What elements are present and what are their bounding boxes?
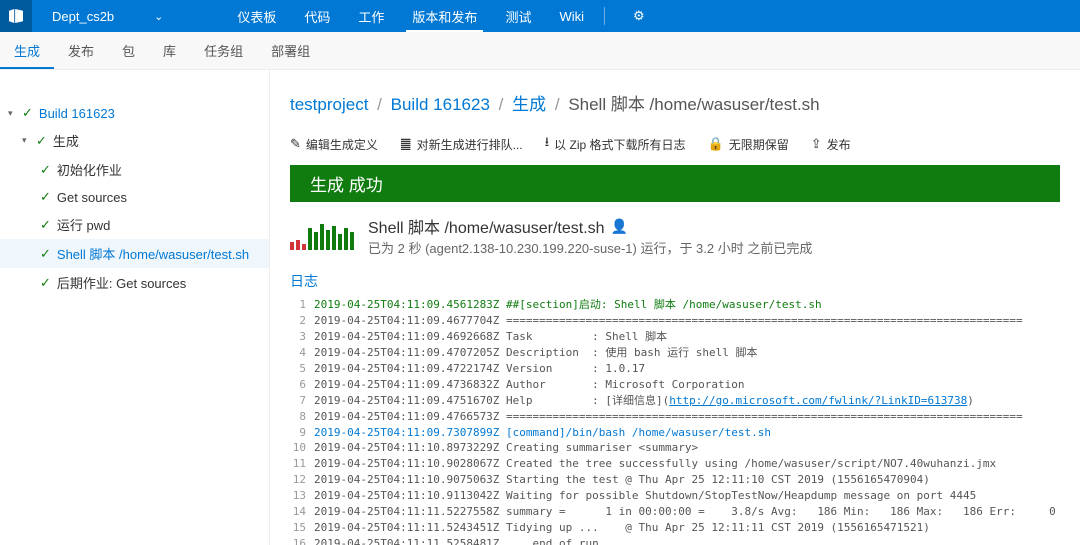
publish-icon: ⇪ [811,136,822,152]
sub-tab[interactable]: 部署组 [257,32,324,69]
log-line: 152019-04-25T04:11:11.5243451Z Tidying u… [290,520,1060,536]
nav-tab[interactable]: Wiki [545,0,598,32]
build-status-bar: 生成 成功 [290,165,1060,202]
sub-tab[interactable]: 库 [149,32,190,69]
settings-gear-icon[interactable]: ⚙ [619,8,659,24]
log-line: 42019-04-25T04:11:09.4707205Z Descriptio… [290,345,1060,361]
chevron-down-icon: ▾ [8,108,18,119]
success-check-icon: ✓ [40,217,51,233]
sub-tab[interactable]: 发布 [54,32,108,69]
tree-step-label: Get sources [57,190,127,205]
tree-step[interactable]: ✓ Shell 脚本 /home/wasuser/test.sh [0,239,269,268]
download-icon: ⭳ [545,133,550,155]
breadcrumb-current: Shell 脚本 /home/wasuser/test.sh [568,95,819,114]
app-logo[interactable] [0,0,32,32]
log-line: 52019-04-25T04:11:09.4722174Z Version : … [290,361,1060,377]
log-line: 32019-04-25T04:11:09.4692668Z Task : She… [290,329,1060,345]
log-line: 102019-04-25T04:11:10.8973229Z Creating … [290,440,1060,456]
log-output[interactable]: 12019-04-25T04:11:09.4561283Z ##[section… [290,297,1060,545]
build-tree-sidebar: ▾ ✓ Build 161623 ▾ ✓ 生成 ✓ 初始化作业 ✓ Get sourc… [0,70,270,545]
queue-icon: ䷀ [400,136,412,152]
chevron-down-icon: ⌄ [154,10,163,23]
tree-root[interactable]: ▾ ✓ Build 161623 [0,100,269,126]
log-section-title: 日志 [290,271,1060,291]
build-history-bars [290,222,354,250]
log-line: 82019-04-25T04:11:09.4766573Z ==========… [290,409,1060,425]
divider [604,7,605,25]
help-link[interactable]: http://go.microsoft.com/fwlink/?LinkID=6… [669,394,967,407]
success-check-icon: ✓ [40,189,51,205]
chevron-down-icon: ▾ [22,135,32,146]
tree-job-label: 生成 [53,131,79,150]
download-logs-button[interactable]: ⭳ 以 Zip 格式下载所有日志 [545,133,686,155]
tree-step[interactable]: ✓ Get sources [0,184,269,210]
sub-tab[interactable]: 任务组 [190,32,257,69]
project-name-label: Dept_cs2b [52,9,114,24]
nav-tab[interactable]: 代码 [290,0,344,32]
tree-job[interactable]: ▾ ✓ 生成 [0,126,269,155]
tree-step-label: Shell 脚本 /home/wasuser/test.sh [57,244,249,263]
success-check-icon: ✓ [22,105,33,121]
tree-step[interactable]: ✓ 后期作业: Get sources [0,268,269,297]
lock-icon: 🔒 [708,136,724,152]
tree-step-label: 运行 pwd [57,215,110,234]
project-selector[interactable]: Dept_cs2b ⌄ [32,0,223,32]
log-line: 12019-04-25T04:11:09.4561283Z ##[section… [290,297,1060,313]
status-text: 生成 成功 [310,171,383,196]
success-check-icon: ✓ [40,275,51,291]
nav-tab[interactable]: 仪表板 [223,0,290,32]
tree-step-label: 初始化作业 [57,160,122,179]
log-line: 142019-04-25T04:11:11.5227558Z summary =… [290,504,1060,520]
sub-tab[interactable]: 包 [108,32,149,69]
nav-tab[interactable]: 版本和发布 [398,0,491,32]
log-line: 122019-04-25T04:11:10.9075063Z Starting … [290,472,1060,488]
success-check-icon: ✓ [40,162,51,178]
queue-build-button[interactable]: ䷀ 对新生成进行排队... [400,133,523,155]
breadcrumb-link[interactable]: testproject [290,95,368,114]
breadcrumb-link[interactable]: Build 161623 [391,95,490,114]
person-icon: 👤 [611,218,628,235]
tree-step[interactable]: ✓ 初始化作业 [0,155,269,184]
nav-tab[interactable]: 工作 [344,0,398,32]
success-check-icon: ✓ [40,246,51,262]
nav-tab[interactable]: 测试 [491,0,545,32]
log-line: 72019-04-25T04:11:09.4751670Z Help : [详细… [290,393,1060,409]
log-line: 132019-04-25T04:11:10.9113042Z Waiting f… [290,488,1060,504]
retain-button[interactable]: 🔒 无限期保留 [708,133,789,155]
tree-step[interactable]: ✓ 运行 pwd [0,210,269,239]
success-check-icon: ✓ [36,133,47,149]
publish-button[interactable]: ⇪ 发布 [811,133,851,155]
tree-root-label: Build 161623 [39,106,115,121]
log-line: 62019-04-25T04:11:09.4736832Z Author : M… [290,377,1060,393]
task-title: Shell 脚本 /home/wasuser/test.sh [368,214,605,238]
pencil-icon: ✎ [290,136,301,152]
log-line: 112019-04-25T04:11:10.9028067Z Created t… [290,456,1060,472]
tree-step-label: 后期作业: Get sources [57,273,186,292]
breadcrumb-link[interactable]: 生成 [512,95,546,114]
log-line: 92019-04-25T04:11:09.7307899Z [command]/… [290,425,1060,441]
edit-definition-button[interactable]: ✎ 编辑生成定义 [290,133,378,155]
task-subtitle: 已为 2 秒 (agent2.138-10.230.199.220-suse-1… [368,238,812,257]
log-line: 22019-04-25T04:11:09.4677704Z ==========… [290,313,1060,329]
breadcrumb: testproject / Build 161623 / 生成 / Shell … [290,90,1060,115]
log-line: 162019-04-25T04:11:11.5258481Z ... end o… [290,536,1060,545]
sub-tab[interactable]: 生成 [0,32,54,69]
